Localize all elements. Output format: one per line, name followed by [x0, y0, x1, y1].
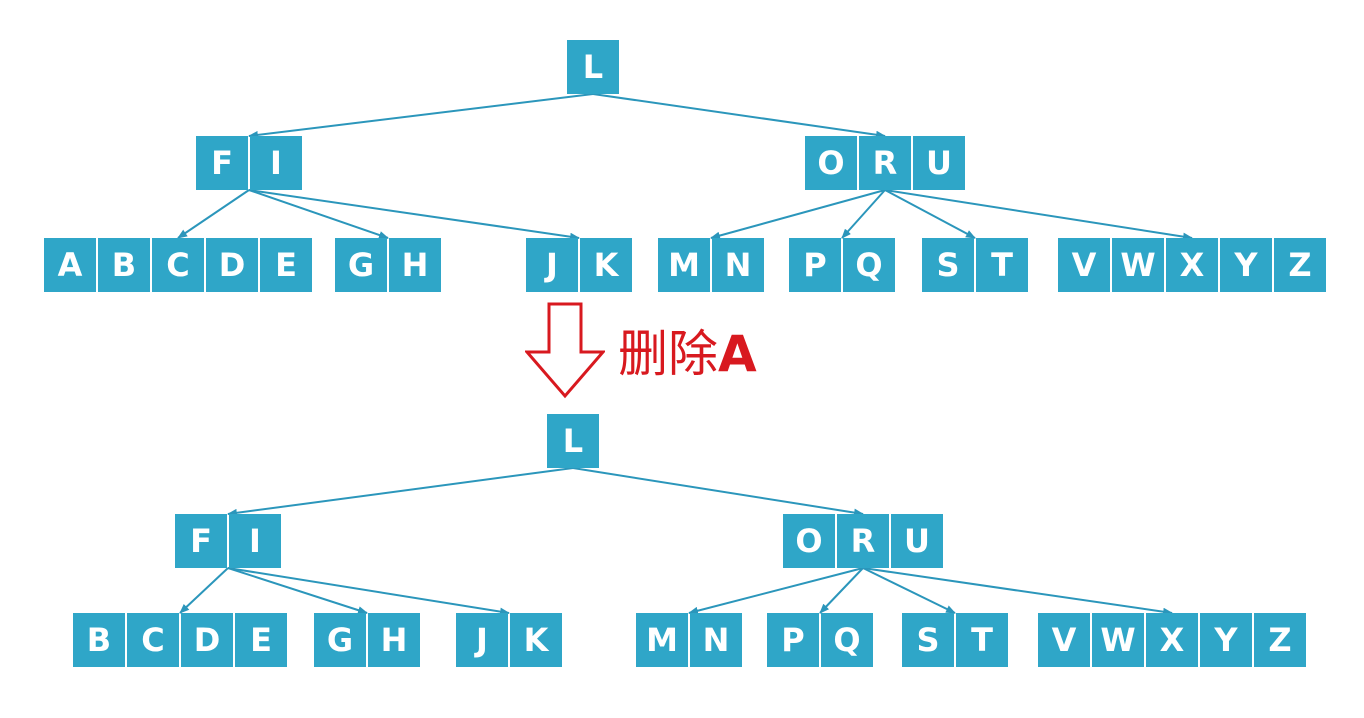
caption-verb: 删除 [618, 325, 718, 383]
key-cell: H [389, 238, 441, 292]
before-edge-left-leaf3 [248, 189, 580, 241]
delete-caption: 删除A [618, 314, 757, 386]
key-cell: X [1166, 238, 1218, 292]
key-cell: U [891, 514, 943, 568]
key-cell: H [368, 613, 420, 667]
after-node-leaf5: PQ [767, 613, 873, 667]
before-edge-right-leaf4 [710, 189, 886, 240]
before-node-leaf4: MN [658, 238, 764, 292]
key-cell: P [767, 613, 819, 667]
key-cell: R [837, 514, 889, 568]
key-cell: P [789, 238, 841, 292]
down-arrow-icon [525, 302, 605, 399]
key-cell: O [805, 136, 857, 190]
before-node-leaf6: ST [922, 238, 1028, 292]
after-edge-root-right [572, 467, 864, 517]
key-cell: M [636, 613, 688, 667]
key-cell: F [175, 514, 227, 568]
key-cell: G [314, 613, 366, 667]
key-cell: I [250, 136, 302, 190]
key-cell: A [44, 238, 96, 292]
key-cell: L [567, 40, 619, 94]
after-edge-right-leaf5 [819, 567, 864, 614]
key-cell: Z [1254, 613, 1306, 667]
after-edge-left-leaf1 [179, 567, 229, 614]
key-cell: C [127, 613, 179, 667]
key-cell: Z [1274, 238, 1326, 292]
key-cell: F [196, 136, 248, 190]
after-edge-left-leaf2 [227, 567, 368, 615]
after-edge-root-left [227, 467, 574, 517]
before-node-leaf5: PQ [789, 238, 895, 292]
before-node-right: ORU [805, 136, 965, 190]
key-cell: N [690, 613, 742, 667]
key-cell: D [206, 238, 258, 292]
key-cell: I [229, 514, 281, 568]
key-cell: B [73, 613, 125, 667]
after-node-leaf1: BCDE [73, 613, 287, 667]
caption-key: A [718, 325, 757, 383]
after-node-leaf3: JK [456, 613, 562, 667]
key-cell: Q [843, 238, 895, 292]
after-node-leaf7: VWXYZ [1038, 613, 1306, 667]
key-cell: D [181, 613, 233, 667]
before-node-leaf3: JK [526, 238, 632, 292]
key-cell: N [712, 238, 764, 292]
key-cell: X [1146, 613, 1198, 667]
before-edge-left-leaf1 [177, 189, 250, 239]
key-cell: S [922, 238, 974, 292]
key-cell: E [235, 613, 287, 667]
key-cell: O [783, 514, 835, 568]
after-node-leaf4: MN [636, 613, 742, 667]
key-cell: W [1092, 613, 1144, 667]
key-cell: C [152, 238, 204, 292]
key-cell: Y [1220, 238, 1272, 292]
after-edge-right-leaf4 [688, 567, 864, 615]
after-node-left: FI [175, 514, 281, 568]
before-edge-root-left [248, 93, 594, 139]
before-node-leaf2: GH [335, 238, 441, 292]
before-edge-root-right [592, 93, 886, 139]
key-cell: E [260, 238, 312, 292]
before-edge-left-leaf2 [248, 189, 389, 239]
key-cell: K [510, 613, 562, 667]
key-cell: M [658, 238, 710, 292]
key-cell: U [913, 136, 965, 190]
key-cell: G [335, 238, 387, 292]
after-node-right: ORU [783, 514, 943, 568]
key-cell: K [580, 238, 632, 292]
b-tree-deletion-diagram: 删除A LFIORUABCDEGHJKMNPQSTVWXYZLFIORUBCDE… [0, 0, 1364, 718]
after-node-root: L [547, 414, 599, 468]
before-node-leaf1: ABCDE [44, 238, 312, 292]
key-cell: Q [821, 613, 873, 667]
before-edge-right-leaf5 [841, 189, 886, 239]
before-node-left: FI [196, 136, 302, 190]
after-node-leaf6: ST [902, 613, 1008, 667]
key-cell: J [526, 238, 578, 292]
key-cell: Y [1200, 613, 1252, 667]
key-cell: V [1038, 613, 1090, 667]
after-node-leaf2: GH [314, 613, 420, 667]
after-edge-left-leaf3 [227, 567, 510, 616]
before-node-leaf7: VWXYZ [1058, 238, 1326, 292]
key-cell: R [859, 136, 911, 190]
key-cell: W [1112, 238, 1164, 292]
before-node-root: L [567, 40, 619, 94]
key-cell: T [976, 238, 1028, 292]
key-cell: J [456, 613, 508, 667]
key-cell: L [547, 414, 599, 468]
key-cell: T [956, 613, 1008, 667]
key-cell: B [98, 238, 150, 292]
key-cell: V [1058, 238, 1110, 292]
key-cell: S [902, 613, 954, 667]
